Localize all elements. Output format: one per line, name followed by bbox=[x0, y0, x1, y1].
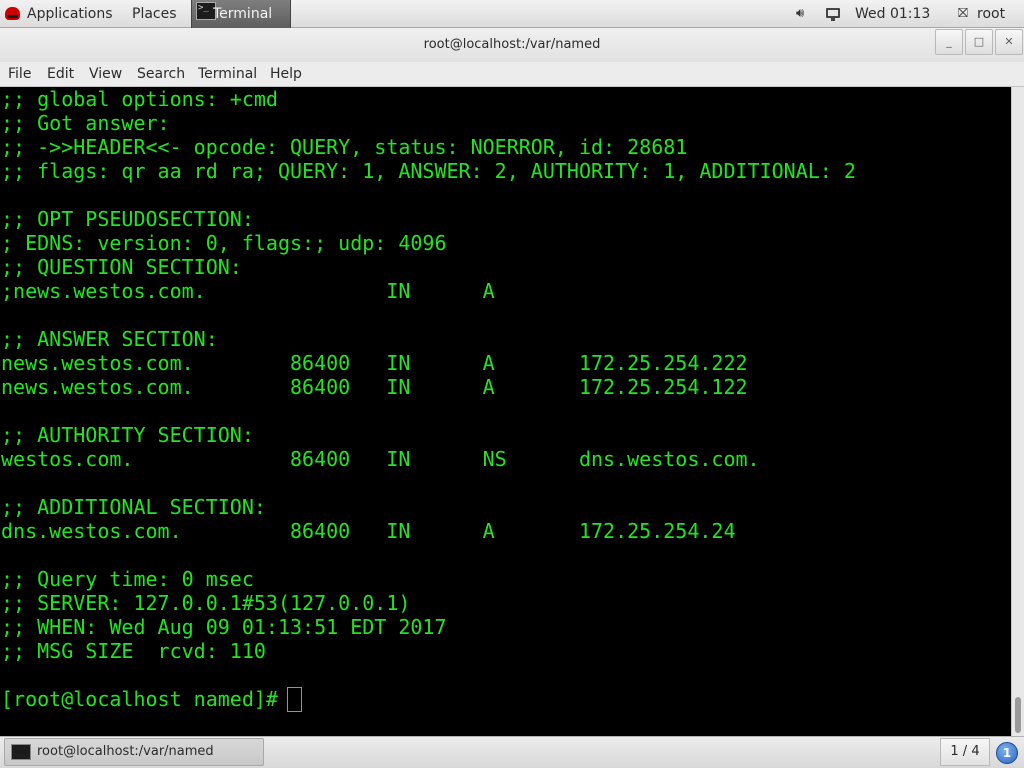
terminal-scrollbar[interactable] bbox=[1011, 87, 1024, 736]
terminal-line: ; EDNS: version: 0, flags:; udp: 4096 bbox=[1, 231, 447, 255]
clock[interactable]: Wed 01:13 bbox=[855, 0, 930, 28]
terminal-line: ;; ->>HEADER<<- opcode: QUERY, status: N… bbox=[1, 135, 688, 159]
menu-terminal[interactable]: Terminal bbox=[198, 62, 257, 87]
terminal-line: news.westos.com. 86400 IN A 172.25.254.2… bbox=[1, 351, 748, 375]
bottom-panel: root@localhost:/var/named 1 / 4 1 bbox=[0, 736, 1024, 768]
terminal-output[interactable]: ;; global options: +cmd ;; Got answer: ;… bbox=[0, 87, 1011, 736]
notification-badge[interactable]: 1 bbox=[996, 742, 1018, 764]
terminal-line: ;; QUESTION SECTION: bbox=[1, 255, 242, 279]
terminal-line: dns.westos.com. 86400 IN A 172.25.254.24 bbox=[1, 519, 736, 543]
window-title: root@localhost:/var/named bbox=[423, 37, 601, 52]
menu-view[interactable]: View bbox=[89, 62, 122, 87]
taskbar-window-button[interactable]: root@localhost:/var/named bbox=[4, 738, 264, 766]
menu-help[interactable]: Help bbox=[270, 62, 302, 87]
redhat-logo-icon bbox=[5, 7, 20, 20]
workspace-switcher[interactable]: 1 / 4 bbox=[940, 738, 990, 766]
terminal-line: ;; SERVER: 127.0.0.1#53(127.0.0.1) bbox=[1, 591, 411, 615]
terminal-line: news.westos.com. 86400 IN A 172.25.254.1… bbox=[1, 375, 748, 399]
terminal-line: ;; flags: qr aa rd ra; QUERY: 1, ANSWER:… bbox=[1, 159, 856, 183]
network-icon[interactable] bbox=[826, 8, 840, 21]
places-menu[interactable]: Places bbox=[132, 0, 177, 28]
terminal-line: ;news.westos.com. IN A bbox=[1, 279, 495, 303]
applications-menu[interactable]: Applications bbox=[27, 0, 113, 28]
terminal-line: ;; ADDITIONAL SECTION: bbox=[1, 495, 266, 519]
window-titlebar[interactable]: root@localhost:/var/named bbox=[0, 28, 1024, 62]
terminal-line: ;; Query time: 0 msec bbox=[1, 567, 254, 591]
user-icon[interactable]: ⛝ bbox=[958, 0, 968, 28]
top-panel: Applications Places >_ Terminal 🔊︎ Wed 0… bbox=[0, 0, 1024, 28]
menu-file[interactable]: File bbox=[8, 62, 31, 87]
terminal-line: ;; MSG SIZE rcvd: 110 bbox=[1, 639, 266, 663]
shell-prompt: [root@localhost named]# bbox=[1, 687, 290, 711]
volume-icon[interactable]: 🔊︎ bbox=[796, 0, 804, 28]
terminal-line: ;; WHEN: Wed Aug 09 01:13:51 EDT 2017 bbox=[1, 615, 447, 639]
terminal-cursor bbox=[287, 687, 302, 712]
terminal-line: ;; Got answer: bbox=[1, 111, 170, 135]
user-menu[interactable]: root bbox=[977, 0, 1005, 28]
scrollbar-thumb[interactable] bbox=[1015, 697, 1021, 733]
terminal-icon bbox=[11, 744, 31, 760]
terminal-line: ;; AUTHORITY SECTION: bbox=[1, 423, 254, 447]
terminal-line: ;; OPT PSEUDOSECTION: bbox=[1, 207, 254, 231]
menubar: File Edit View Search Terminal Help bbox=[0, 62, 1024, 87]
terminal-line: ;; global options: +cmd bbox=[1, 87, 278, 111]
terminal-line: westos.com. 86400 IN NS dns.westos.com. bbox=[1, 447, 760, 471]
active-task-label[interactable]: Terminal bbox=[213, 0, 272, 28]
menu-edit[interactable]: Edit bbox=[47, 62, 74, 87]
close-button[interactable]: ✕ bbox=[995, 29, 1023, 55]
taskbar-window-label: root@localhost:/var/named bbox=[37, 744, 214, 759]
maximize-button[interactable]: □ bbox=[965, 29, 993, 55]
menu-search[interactable]: Search bbox=[137, 62, 185, 87]
terminal-line: ;; ANSWER SECTION: bbox=[1, 327, 218, 351]
minimize-button[interactable]: _ bbox=[935, 29, 963, 55]
